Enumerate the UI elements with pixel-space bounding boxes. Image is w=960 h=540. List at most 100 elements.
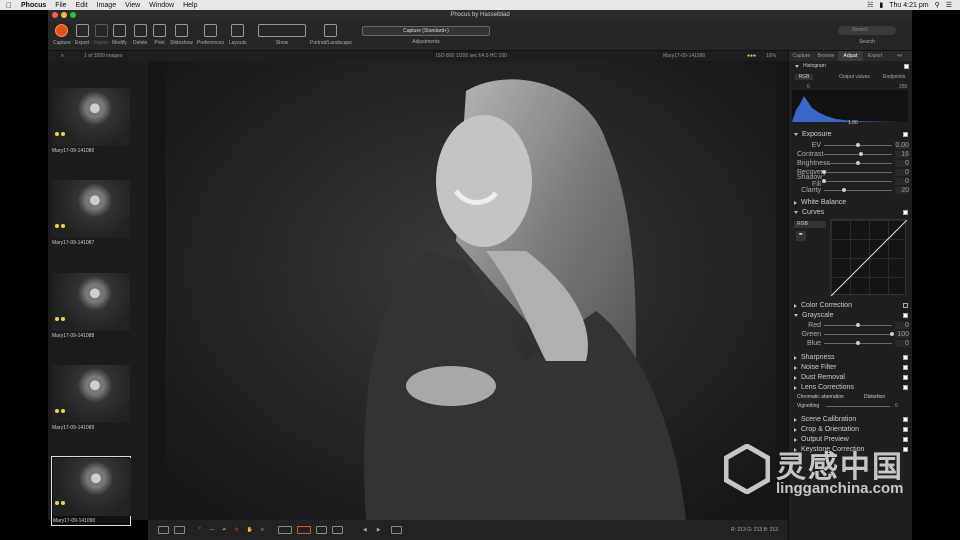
fullscreen-icon[interactable]	[390, 526, 402, 534]
section-header[interactable]: Crop & Orientation	[794, 426, 908, 433]
portrait-landscape-button[interactable]: Portrait/Landscape	[310, 24, 352, 46]
zoom-level[interactable]: 16%	[766, 53, 776, 59]
exposure-slider-row[interactable]: EV 0.00	[797, 141, 909, 149]
layouts-button[interactable]: Layouts	[229, 24, 247, 46]
slider-knob[interactable]	[856, 340, 860, 345]
menu-edit[interactable]: Edit	[76, 2, 88, 9]
search-input[interactable]: Search	[838, 26, 896, 35]
thumbnail-item[interactable]: Mary17-09-141088	[52, 273, 132, 339]
hand-tool-icon[interactable]: ✋	[247, 527, 253, 533]
slider-value[interactable]: 100	[895, 330, 909, 338]
grid-icon[interactable]	[315, 526, 327, 534]
tab-options[interactable]: +≡	[887, 51, 912, 61]
thumbnail-item[interactable]: Mary17-09-141086	[52, 88, 132, 154]
zoom-window-button[interactable]	[70, 12, 76, 18]
slider-value[interactable]: 0	[895, 159, 909, 167]
section-header[interactable]: Noise Filter	[794, 364, 908, 371]
slider-track[interactable]	[824, 160, 892, 165]
histogram-header[interactable]: Histogram	[795, 63, 909, 69]
vignetting-slider[interactable]	[826, 406, 890, 407]
print-button[interactable]: Print	[153, 24, 166, 46]
menu-window[interactable]: Window	[149, 2, 174, 9]
section-header[interactable]: Scene Calibration	[794, 416, 908, 423]
exposure-header[interactable]: Exposure	[794, 131, 908, 138]
slider-knob[interactable]	[856, 322, 860, 327]
straighten-tool-icon[interactable]: ―	[209, 527, 214, 533]
wifi-icon[interactable]: ☵	[867, 1, 873, 9]
section-header[interactable]: Lens Corrections	[794, 384, 908, 391]
endpoints-checkbox[interactable]: Endpoints	[883, 74, 905, 80]
vignetting-checkbox[interactable]: Vignetting	[797, 403, 819, 409]
distortion-checkbox[interactable]: Distortion	[864, 394, 885, 400]
menu-image[interactable]: Image	[97, 2, 116, 9]
grayscale-slider-row[interactable]: Green 100	[797, 330, 909, 338]
menu-view[interactable]: View	[125, 2, 140, 9]
browser-scrollbar[interactable]	[148, 61, 166, 520]
slider-value[interactable]: 0	[895, 168, 909, 176]
grayscale-slider-row[interactable]: Blue 0	[797, 339, 909, 347]
curves-enable-checkbox[interactable]	[903, 210, 908, 215]
brush-tool-icon[interactable]: ✎	[235, 527, 239, 533]
overlay-icon[interactable]	[277, 526, 292, 534]
slideshow-button[interactable]: Slideshow	[170, 24, 193, 46]
section-enable-checkbox[interactable]	[903, 385, 908, 390]
eyedropper-icon[interactable]: ✒	[222, 527, 226, 533]
output-values-checkbox[interactable]: Output values	[839, 74, 870, 80]
slider-knob[interactable]	[822, 169, 826, 174]
preferences-button[interactable]: Preferences	[197, 24, 224, 46]
image-viewer[interactable]	[166, 61, 776, 520]
spotlight-icon[interactable]: ⚲	[935, 1, 940, 9]
curves-channel-select[interactable]: RGB	[794, 221, 826, 228]
exposure-slider-row[interactable]: Clarity 20	[797, 186, 909, 194]
histogram-enable-checkbox[interactable]	[904, 63, 909, 69]
close-window-button[interactable]	[52, 12, 58, 18]
curves-editor[interactable]	[830, 219, 908, 297]
slider-value[interactable]: 0	[895, 339, 909, 347]
exposure-slider-row[interactable]: Brightness 0	[797, 159, 909, 167]
slider-track[interactable]	[824, 151, 892, 156]
slider-track[interactable]	[824, 187, 892, 192]
menu-app[interactable]: Phocus	[21, 2, 46, 9]
color-correction-checkbox[interactable]	[903, 303, 908, 308]
slider-track[interactable]	[824, 331, 894, 336]
slider-track[interactable]	[822, 169, 892, 174]
slider-value[interactable]: 0	[895, 177, 909, 185]
single-view-icon[interactable]	[174, 526, 185, 534]
menu-lines-icon[interactable]: ≡	[61, 53, 64, 59]
slider-value[interactable]: 0.00	[895, 141, 909, 149]
menu-help[interactable]: Help	[183, 2, 197, 9]
menu-file[interactable]: File	[55, 2, 66, 9]
section-enable-checkbox[interactable]	[903, 375, 908, 380]
vignetting-value[interactable]: 0	[895, 403, 898, 409]
exposure-warning-icon[interactable]	[296, 526, 311, 534]
slider-track[interactable]	[824, 142, 892, 147]
menu-list-icon[interactable]: ☰	[946, 1, 952, 9]
exposure-slider-row[interactable]: Contrast 16	[797, 150, 909, 158]
eyedropper-icon[interactable]: ✒	[796, 231, 806, 241]
grayscale-header[interactable]: Grayscale	[794, 312, 908, 319]
mode-select[interactable]: Capture (Standard+)	[362, 26, 490, 36]
slider-knob[interactable]	[822, 178, 826, 183]
delete-button[interactable]: Delete	[133, 24, 147, 46]
tab-export[interactable]: Export	[863, 51, 888, 61]
tab-browse[interactable]: Browse	[814, 51, 839, 61]
slider-value[interactable]: 20	[895, 186, 909, 194]
list-icon[interactable]: ≡	[261, 527, 264, 533]
mask-icon[interactable]	[331, 526, 343, 534]
exposure-slider-row[interactable]: Shadow Fill 0	[797, 174, 909, 188]
slider-knob[interactable]	[859, 151, 864, 156]
next-image-icon[interactable]: ▶	[377, 527, 381, 533]
minimize-window-button[interactable]	[61, 12, 67, 18]
histogram-graph[interactable]	[792, 90, 908, 122]
crop-tool-icon[interactable]: ⌜	[199, 527, 201, 533]
slider-track[interactable]	[822, 178, 892, 183]
slider-track[interactable]	[824, 322, 892, 327]
slider-knob[interactable]	[890, 331, 894, 336]
modify-button[interactable]: Modify	[112, 24, 127, 46]
thumbnail-item[interactable]: Mary17-09-141089	[52, 365, 132, 431]
import-button[interactable]: Import	[94, 24, 108, 46]
slider-knob[interactable]	[842, 187, 847, 192]
slider-knob[interactable]	[856, 142, 860, 147]
show-button[interactable]: Show	[258, 24, 306, 46]
capture-button[interactable]: Capture	[53, 24, 71, 46]
